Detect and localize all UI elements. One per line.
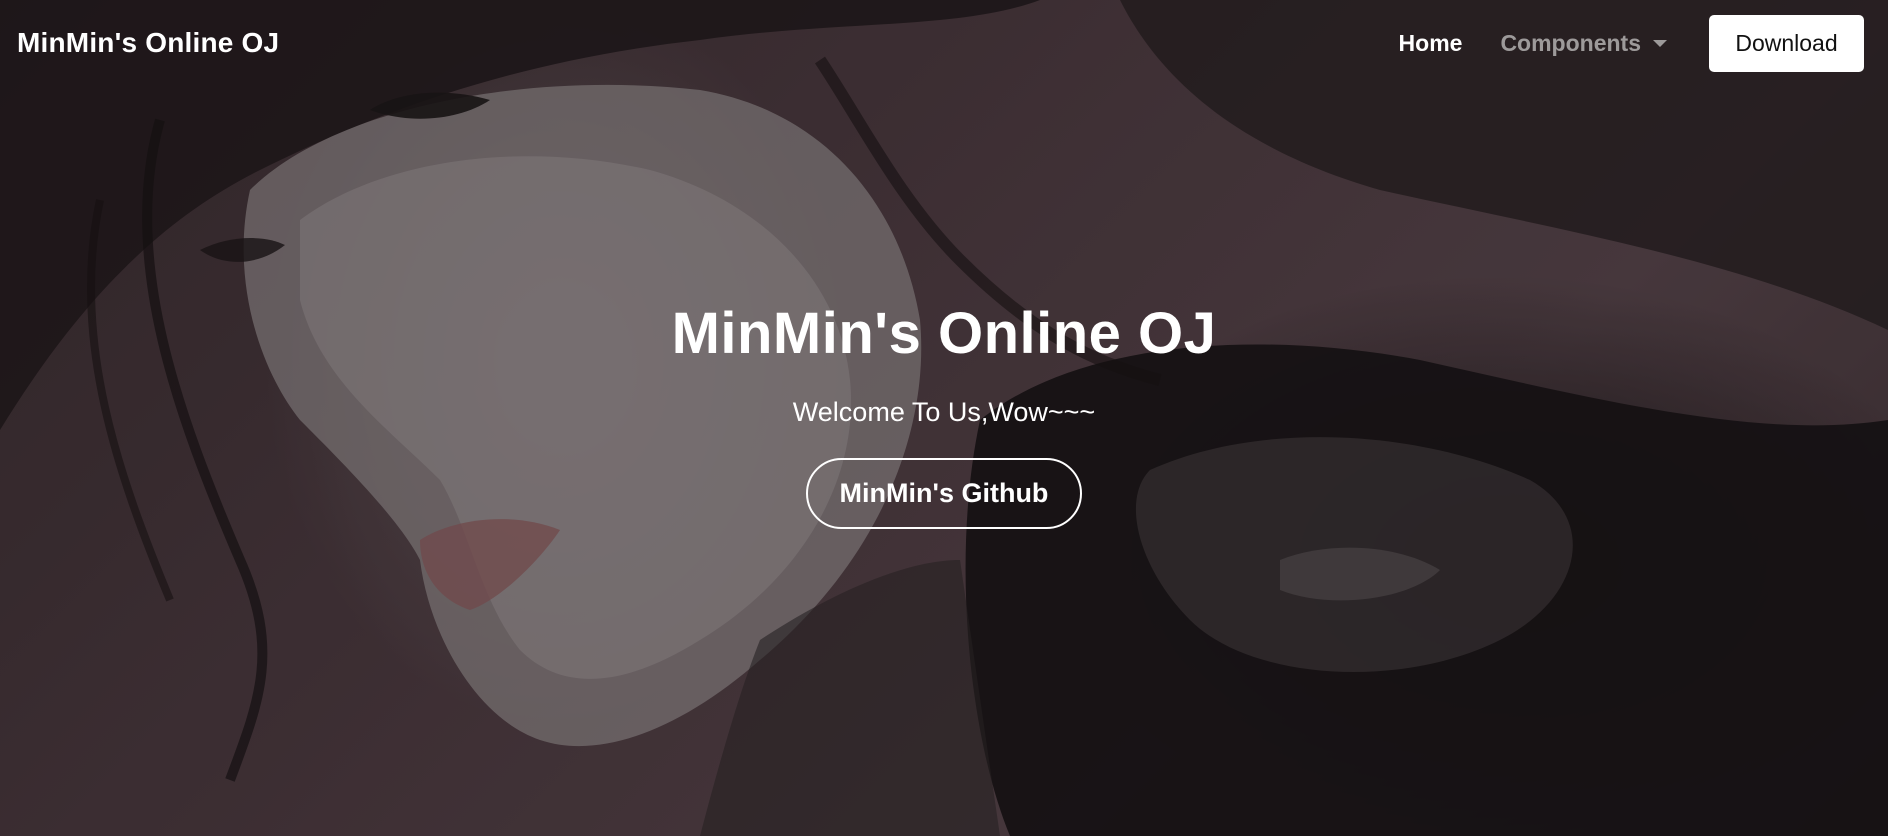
nav-link-home[interactable]: Home xyxy=(1399,30,1463,57)
hero-section: MinMin's Online OJ Home Components Downl… xyxy=(0,0,1888,836)
github-button[interactable]: MinMin's Github xyxy=(806,458,1082,529)
hero-title: MinMin's Online OJ xyxy=(671,301,1217,366)
nav-dropdown-components[interactable]: Components xyxy=(1500,30,1667,57)
nav-dropdown-components-label: Components xyxy=(1500,29,1641,56)
hero-content: MinMin's Online OJ Welcome To Us,Wow~~~ … xyxy=(0,300,1888,529)
navbar: MinMin's Online OJ Home Components Downl… xyxy=(0,0,1888,86)
chevron-down-icon xyxy=(1653,39,1667,47)
navbar-links: Home Components Download xyxy=(1399,14,1864,72)
hero-subtitle: Welcome To Us,Wow~~~ xyxy=(792,397,1096,427)
navbar-brand[interactable]: MinMin's Online OJ xyxy=(17,27,279,59)
download-button[interactable]: Download xyxy=(1709,14,1864,72)
